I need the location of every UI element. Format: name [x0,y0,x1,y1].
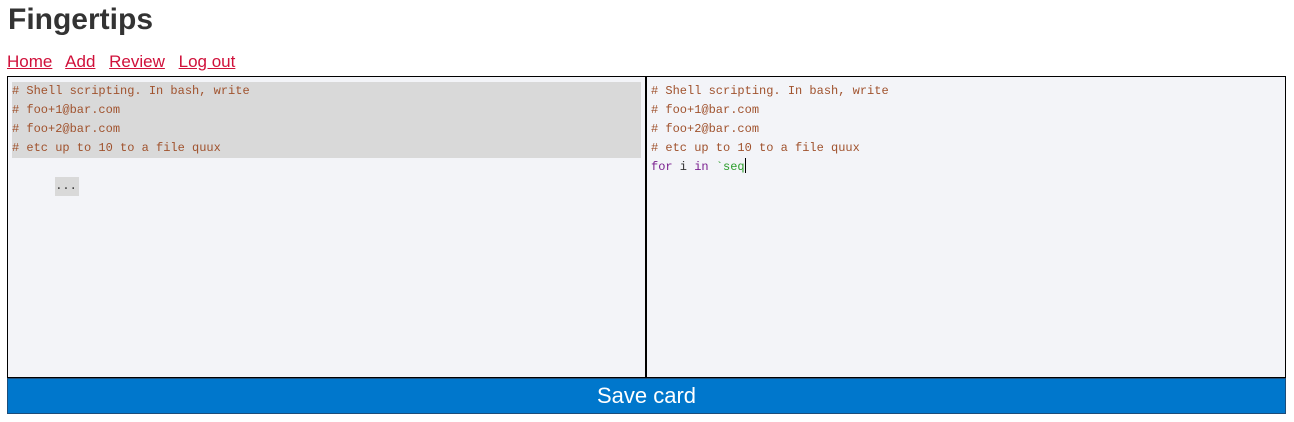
nav-home-link[interactable]: Home [7,52,52,71]
nav-add-link[interactable]: Add [65,52,95,71]
prompt-line: # etc up to 10 to a file quux [12,141,221,155]
code-keyword-in: in [694,160,709,174]
code-variable: i [672,160,695,174]
answer-editor[interactable]: # Shell scripting. In bash, write # foo+… [647,77,1285,377]
main-nav: Home Add Review Log out [7,52,244,72]
app-title: Fingertips [8,3,154,36]
code-backtick-string: `seq [715,160,745,174]
prompt-placeholder-line: ... [8,158,645,196]
prompt-placeholder: ... [55,177,79,196]
answer-code-line: for i in `seq [647,158,1285,177]
answer-line: # foo+2@bar.com [651,122,760,136]
prompt-line: # foo+2@bar.com [12,122,121,136]
text-cursor [744,158,746,173]
answer-line: # Shell scripting. In bash, write [651,84,889,98]
save-card-button[interactable]: Save card [7,378,1286,414]
prompt-line: # Shell scripting. In bash, write [12,84,250,98]
prompt-line: # foo+1@bar.com [12,103,121,117]
prompt-selection: # Shell scripting. In bash, write # foo+… [12,82,641,158]
answer-line: # foo+1@bar.com [651,103,760,117]
prompt-editor[interactable]: # Shell scripting. In bash, write # foo+… [8,77,647,377]
nav-logout-link[interactable]: Log out [179,52,236,71]
card-editor: # Shell scripting. In bash, write # foo+… [7,76,1286,378]
answer-line: # etc up to 10 to a file quux [651,141,860,155]
code-keyword-for: for [651,160,673,174]
nav-review-link[interactable]: Review [109,52,165,71]
